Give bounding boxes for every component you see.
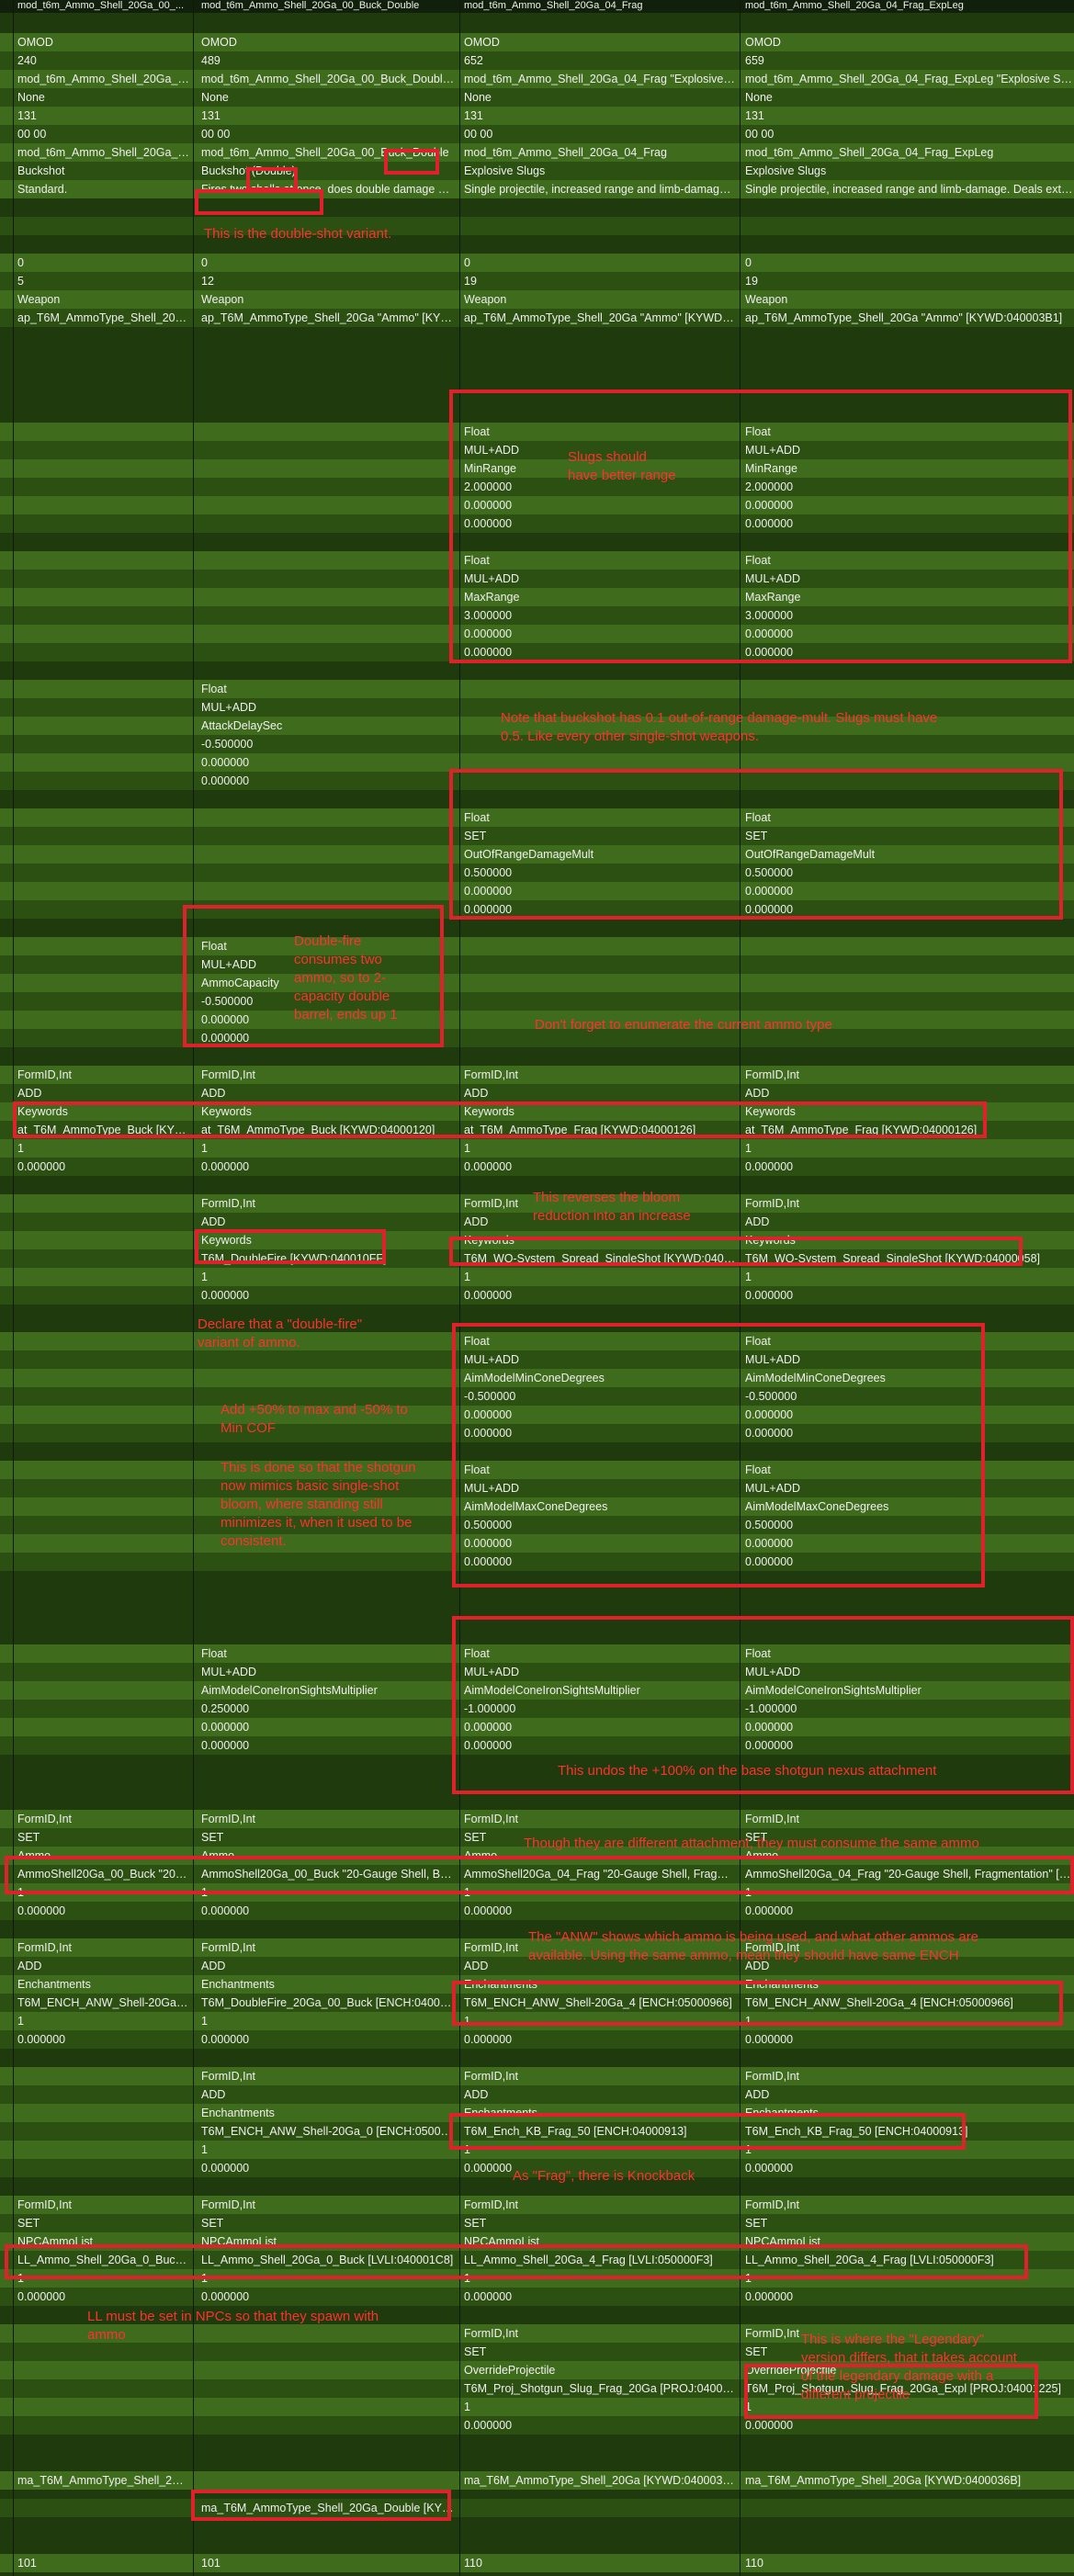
table-cell[interactable]: 0.000000	[742, 2030, 1073, 2049]
table-cell[interactable]: FormID,Int	[742, 1810, 1073, 1828]
annotation-box	[449, 769, 1063, 920]
annotation-box	[5, 2244, 1028, 2279]
table-cell[interactable]: Single projectile, increased range and l…	[742, 180, 1073, 198]
table-cell[interactable]: 0.000000	[742, 1158, 1073, 1176]
annotation-note: LL must be set in NPCs so that they spaw…	[87, 2309, 379, 2343]
table-cell[interactable]	[742, 217, 1073, 235]
table-cell[interactable]: 0.000000	[742, 2416, 1073, 2435]
annotation-box	[13, 1102, 987, 1138]
table-cell[interactable]: mod_t6m_Ammo_Shell_20Ga_04_Frag_ExpLeg	[742, 143, 1073, 162]
table-cell[interactable]: 0.000000	[742, 1286, 1073, 1305]
table-cell[interactable]: ap_T6M_AmmoType_Shell_20Ga "Ammo" [KYWD:…	[742, 309, 1073, 327]
table-cell[interactable]: ADD	[742, 2085, 1073, 2104]
annotation-note: Declare that a "double-fire" variant of …	[198, 1316, 363, 1350]
annotation-box	[5, 1856, 1074, 1894]
annotation-box	[449, 2113, 966, 2150]
table-cell[interactable]	[742, 680, 1073, 698]
table-cell[interactable]: 0.000000	[742, 2288, 1073, 2306]
column-divider	[0, 0, 14, 2576]
annotation-box	[195, 1229, 386, 1264]
table-cell[interactable]: 1	[742, 1139, 1073, 1158]
table-cell[interactable]: None	[742, 88, 1073, 107]
annotation-note: This undos the +100% on the base shotgun…	[558, 1763, 937, 1779]
table-cell[interactable]	[742, 974, 1073, 992]
annotation-note: This is the double-shot variant.	[204, 226, 392, 242]
table-cell[interactable]: mod_t6m_Ammo_Shell_20Ga_04_Frag_ExpLeg "…	[742, 70, 1073, 88]
table-cell[interactable]: 659	[742, 51, 1073, 70]
column-divider	[459, 0, 740, 2576]
table-cell[interactable]	[742, 937, 1073, 955]
annotation-note: As "Frag", there is Knockback	[513, 2168, 695, 2184]
annotation-box	[452, 1323, 985, 1587]
table-cell[interactable]: FormID,Int	[742, 2067, 1073, 2085]
column-header-4[interactable]: mod_t6m_Ammo_Shell_20Ga_04_Frag_ExpLeg	[742, 0, 1073, 13]
table-cell[interactable]: ma_T6M_AmmoType_Shell_20Ga [KYWD:0400036…	[742, 2471, 1073, 2490]
table-cell[interactable]: 110	[742, 2554, 1073, 2572]
annotation-note: Though they are different attachment, th…	[524, 1836, 979, 1851]
table-cell[interactable]: SET	[742, 2214, 1073, 2232]
annotation-box	[384, 149, 439, 175]
annotation-note: This is done so that the shotgun now mim…	[220, 1460, 416, 1549]
table-cell[interactable]: 00 00	[742, 125, 1073, 143]
table-cell[interactable]: FormID,Int	[742, 1066, 1073, 1084]
annotation-box	[246, 167, 298, 191]
annotation-note: This reverses the bloom reduction into a…	[533, 1190, 691, 1224]
table-cell[interactable]: FormID,Int	[742, 2196, 1073, 2214]
table-cell[interactable]	[742, 992, 1073, 1011]
annotation-note: This is where the "Legendary" version di…	[801, 2332, 1017, 2402]
table-cell[interactable]: 19	[742, 272, 1073, 290]
annotation-note: Note that buckshot has 0.1 out-of-range …	[501, 710, 938, 744]
table-cell[interactable]: 1	[742, 1268, 1073, 1286]
annotation-box	[195, 189, 323, 215]
annotation-note: The "ANW" shows which ammo is being used…	[528, 1929, 979, 1963]
annotation-note: Add +50% to max and -50% to Min COF	[220, 1402, 408, 1436]
annotation-box	[449, 390, 1072, 663]
table-cell[interactable]: Weapon	[742, 290, 1073, 309]
table-cell[interactable]: 131	[742, 107, 1073, 125]
table-cell[interactable]: Explosive Slugs	[742, 162, 1073, 180]
annotation-note: Don't forget to enumerate the current am…	[535, 1017, 832, 1033]
table-cell[interactable]: ADD	[742, 1084, 1073, 1102]
table-cell[interactable]: 0.000000	[742, 2159, 1073, 2177]
annotation-box	[191, 2490, 451, 2521]
annotation-note: Double-fire consumes two ammo, so to 2- …	[294, 933, 398, 1022]
column-divider	[193, 0, 460, 2576]
annotation-box	[449, 1237, 1023, 1266]
table-cell[interactable]: 0	[742, 254, 1073, 272]
annotation-note: Slugs should have better range	[568, 449, 676, 483]
table-cell[interactable]	[742, 2499, 1073, 2517]
table-cell[interactable]: 0.000000	[742, 1902, 1073, 1920]
table-cell[interactable]: OMOD	[742, 33, 1073, 51]
record-compare-grid: mod_t6m_Ammo_Shell_20Ga_00_... mod_t6m_A…	[0, 0, 1074, 2576]
annotation-box	[452, 1981, 1063, 2026]
column-divider	[13, 0, 194, 2576]
table-cell[interactable]	[742, 955, 1073, 974]
